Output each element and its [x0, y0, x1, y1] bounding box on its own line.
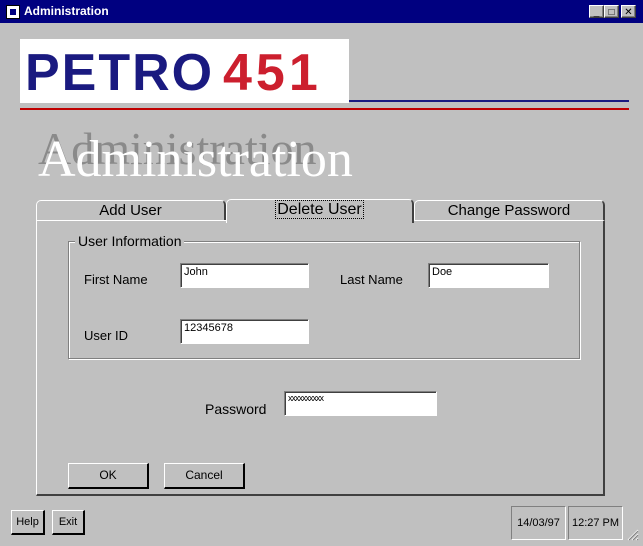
tab-change-password-label: Change Password [447, 202, 571, 219]
first-name-field[interactable]: John [180, 263, 309, 288]
maximize-button[interactable]: □ [604, 5, 619, 18]
petro-logo: PETRO 451 [20, 39, 349, 103]
tab-delete-user-label: Delete User [275, 200, 364, 219]
status-time: 12:27 PM [568, 506, 623, 540]
tab-change-password[interactable]: Change Password [414, 200, 605, 221]
logo-number-text: 451 [223, 44, 322, 99]
page-heading: Administration [38, 131, 353, 188]
window-title: Administration [24, 4, 109, 18]
last-name-label: Last Name [340, 272, 403, 287]
tab-add-user-label: Add User [99, 202, 162, 219]
logo-rule-navy [349, 100, 629, 102]
exit-button[interactable]: Exit [52, 510, 85, 535]
ok-button[interactable]: OK [68, 463, 149, 489]
tab-add-user[interactable]: Add User [36, 200, 226, 221]
password-label: Password [205, 401, 267, 417]
close-button[interactable]: ✕ [621, 5, 636, 18]
help-button[interactable]: Help [11, 510, 45, 535]
resize-grip-icon[interactable] [627, 528, 639, 541]
logo-petro-text: PETRO [25, 44, 214, 99]
minimize-button[interactable]: _ [589, 5, 604, 18]
logo-rule-red [20, 108, 629, 110]
cancel-button[interactable]: Cancel [164, 463, 245, 489]
password-field[interactable]: xxxxxxxxxx [284, 391, 437, 416]
user-id-label: User ID [84, 328, 129, 343]
user-information-group [68, 241, 580, 359]
tab-delete-user[interactable]: Delete User [226, 199, 414, 223]
status-date: 14/03/97 [511, 506, 566, 540]
last-name-field[interactable]: Doe [428, 263, 549, 288]
app-icon[interactable] [6, 5, 20, 19]
user-id-field[interactable]: 12345678 [180, 319, 309, 344]
group-title: User Information [75, 233, 185, 249]
first-name-label: First Name [84, 272, 148, 287]
